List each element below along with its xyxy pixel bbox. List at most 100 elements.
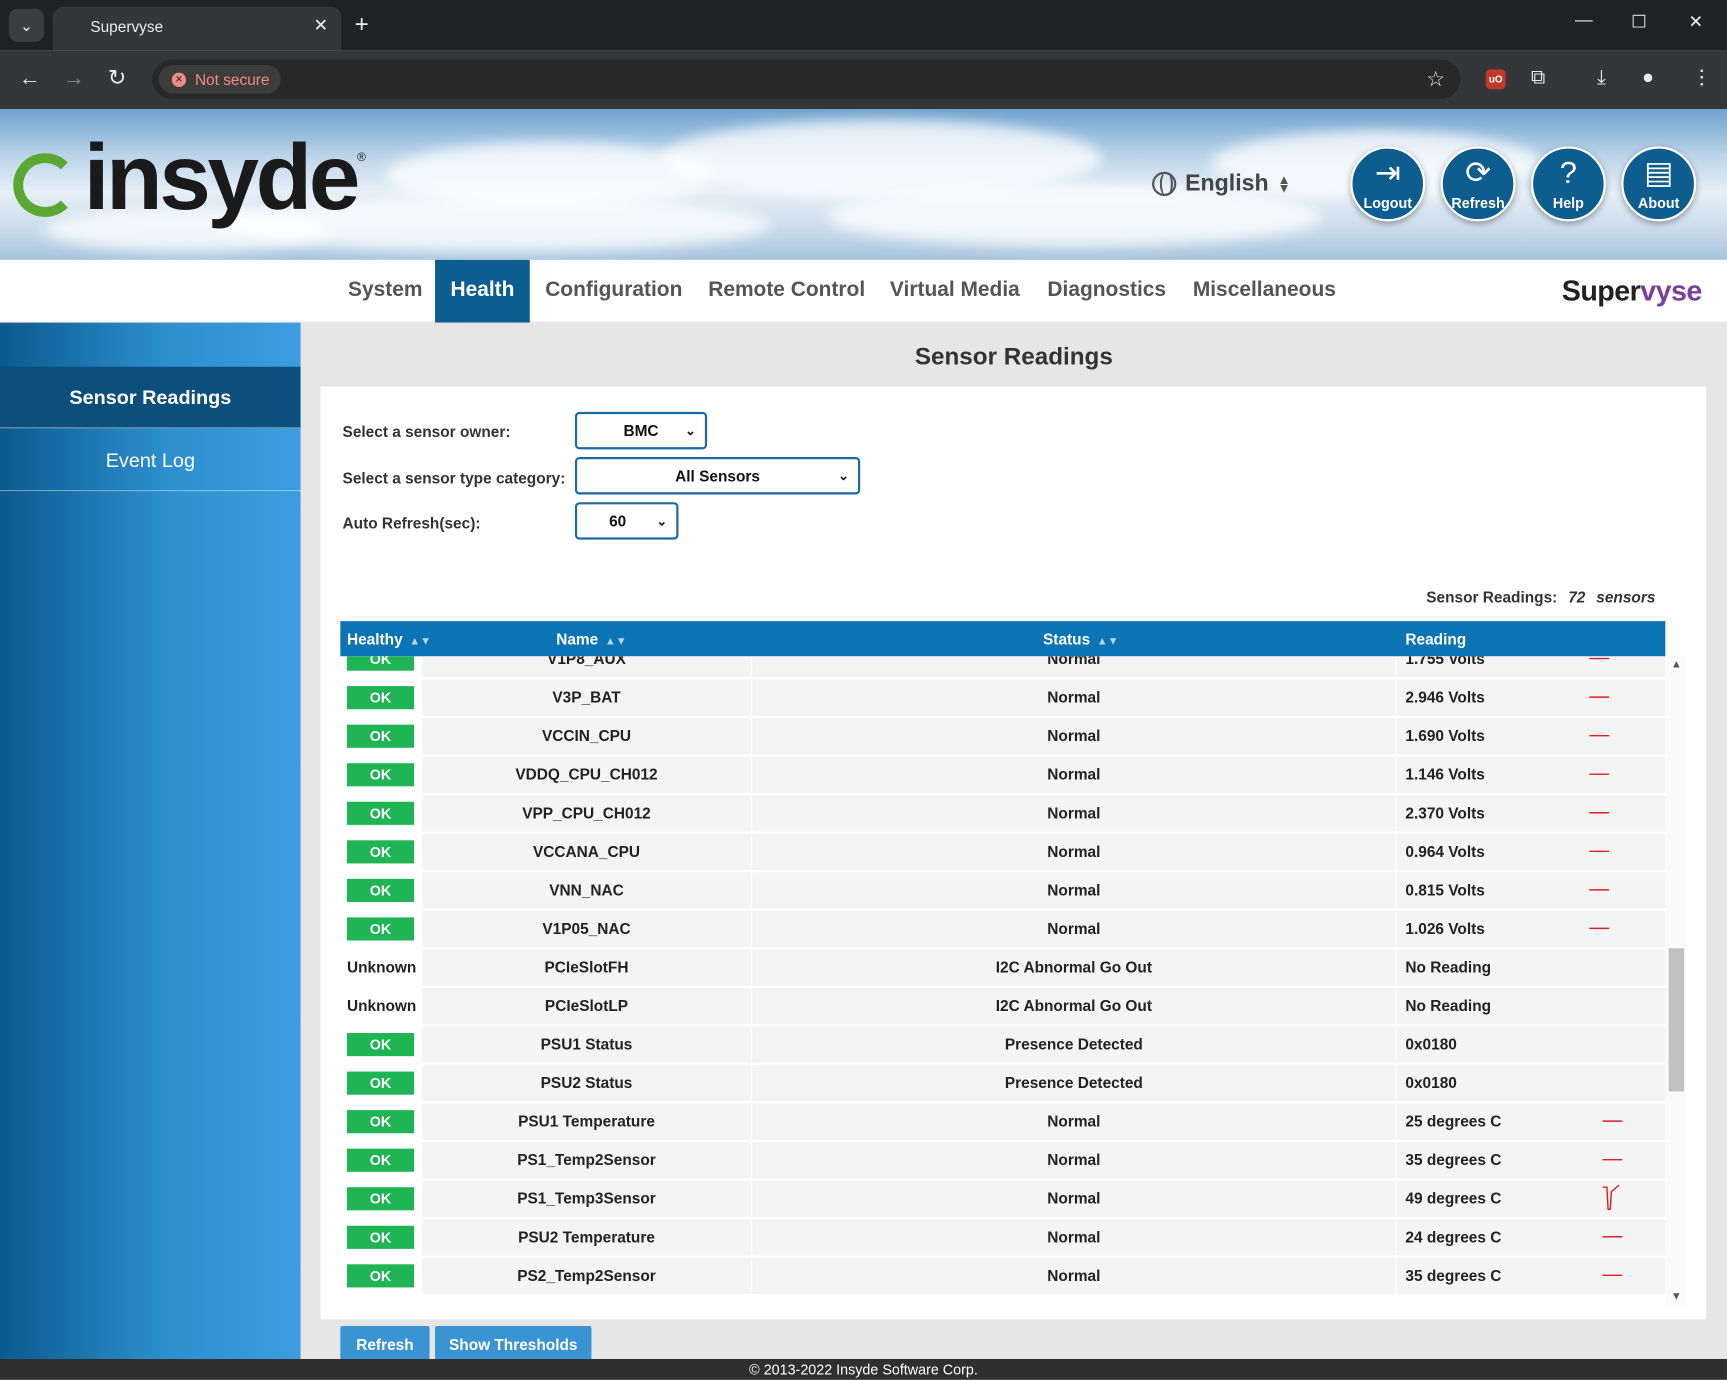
new-tab-button[interactable]: + — [355, 10, 369, 37]
ok-badge: OK — [346, 724, 415, 748]
table-row: OK PSU2 Status Presence Detected 0x0180 — [340, 1064, 1666, 1104]
minimize-button[interactable]: — — [1575, 11, 1593, 31]
sensor-table-body[interactable]: OK V1P8_AUX Normal 1.755 Volts OK V3P_BAT Norm… — [340, 656, 1687, 1306]
trend-sparkline[interactable] — [1600, 1104, 1633, 1140]
trend-sparkline[interactable] — [1587, 795, 1620, 831]
help-button[interactable]: ? Help — [1530, 146, 1606, 222]
nav-miscellaneous[interactable]: Miscellaneous — [1177, 260, 1351, 323]
table-row: OK VCCIN_CPU Normal 1.690 Volts — [340, 718, 1666, 757]
sensor-name: PS2_Temp2Sensor — [421, 1257, 752, 1295]
sensor-reading: 0.815 Volts — [1396, 872, 1666, 909]
trend-sparkline[interactable] — [1587, 872, 1620, 908]
sensor-reading: No Reading — [1396, 949, 1666, 986]
security-chip[interactable]: × Not secure — [158, 64, 281, 94]
reading-value: 2.946 Volts — [1405, 688, 1485, 706]
healthy-cell: OK — [340, 911, 420, 947]
sensor-status: Normal — [752, 910, 1396, 948]
healthy-cell: OK — [340, 1181, 420, 1217]
trend-sparkline[interactable] — [1587, 656, 1620, 677]
col-status[interactable]: Status ▲▼ — [1043, 630, 1119, 648]
reload-button[interactable]: ↻ — [108, 66, 126, 90]
sensor-name: V1P05_NAC — [421, 910, 752, 948]
trend-sparkline[interactable] — [1600, 1142, 1633, 1178]
scroll-up-icon[interactable]: ▲ — [1671, 659, 1682, 671]
reading-value: 1.755 Volts — [1405, 656, 1485, 668]
owner-select[interactable]: BMC ⌄ — [574, 411, 708, 450]
table-row: OK VNN_NAC Normal 0.815 Volts — [340, 872, 1666, 911]
bookmark-star-icon[interactable]: ☆ — [1426, 67, 1445, 92]
browser-menu-icon[interactable]: ⋮ — [1692, 65, 1712, 89]
trend-sparkline[interactable] — [1600, 1181, 1633, 1217]
sidebar-item-event-log[interactable]: Event Log — [0, 430, 301, 492]
extensions-icon[interactable]: ⧉ — [1531, 65, 1545, 89]
globe-icon — [1152, 171, 1177, 197]
trend-sparkline[interactable] — [1587, 680, 1620, 716]
omnibox[interactable]: × Not secure ☆ — [151, 59, 1461, 100]
table-scrollbar[interactable]: ▲ ▼ — [1665, 656, 1687, 1306]
sensor-name: VDDQ_CPU_CH012 — [421, 756, 752, 793]
header-refresh-button[interactable]: ⟳ Refresh — [1440, 146, 1516, 222]
nav-remote-control[interactable]: Remote Control — [693, 260, 881, 323]
trend-sparkline[interactable] — [1587, 718, 1620, 754]
healthy-cell: OK — [340, 834, 420, 870]
sensor-status: Normal — [752, 756, 1396, 793]
table-row: Unknown PCIeSlotLP I2C Abnormal Go Out No R… — [340, 987, 1666, 1027]
nav-system[interactable]: System — [333, 260, 438, 323]
sensor-reading: 1.755 Volts — [1396, 656, 1666, 678]
profile-icon[interactable]: ● — [1642, 65, 1654, 89]
sensor-name: PSU2 Status — [421, 1064, 752, 1102]
trend-sparkline[interactable] — [1587, 911, 1620, 947]
col-healthy[interactable]: Healthy ▲▼ — [347, 630, 431, 648]
reading-value: 35 degrees C — [1405, 1150, 1502, 1169]
forward-button[interactable]: → — [63, 66, 85, 90]
auto-refresh-select[interactable]: 60 ⌄ — [574, 502, 679, 540]
scrollbar-thumb[interactable] — [1668, 948, 1685, 1092]
nav-virtual-media[interactable]: Virtual Media — [875, 260, 1036, 323]
trend-sparkline[interactable] — [1587, 834, 1620, 870]
nav-diagnostics[interactable]: Diagnostics — [1032, 260, 1181, 323]
tab-search-button[interactable]: ⌄ — [8, 8, 45, 42]
chevron-down-icon: ⌄ — [656, 513, 668, 529]
chevron-down-icon: ⌄ — [685, 422, 697, 439]
table-row: OK V1P8_AUX Normal 1.755 Volts — [340, 656, 1666, 679]
healthy-cell: OK — [340, 1219, 420, 1255]
ok-badge: OK — [346, 917, 415, 941]
footer-copyright: © 2013-2022 Insyde Software Corp. — [0, 1359, 1727, 1380]
reading-value: 1.690 Volts — [1405, 726, 1485, 745]
sensor-status: Normal — [752, 718, 1396, 755]
logout-button[interactable]: ⇥ Logout — [1350, 146, 1426, 222]
close-window-button[interactable]: ✕ — [1688, 11, 1703, 33]
language-selector[interactable]: English ▲ ▼ — [1152, 171, 1291, 197]
trend-sparkline[interactable] — [1600, 1258, 1633, 1294]
nav-health[interactable]: Health — [435, 259, 530, 323]
sensor-name: VCCANA_CPU — [421, 833, 752, 871]
logo-text: insyde — [83, 125, 361, 230]
trend-sparkline[interactable] — [1587, 757, 1620, 793]
reading-value: 2.370 Volts — [1405, 803, 1485, 822]
download-icon[interactable]: ⤓ — [1597, 65, 1606, 89]
browser-tab[interactable]: Supervyse ✕ — [52, 6, 342, 51]
tab-title: Supervyse — [90, 17, 164, 36]
reading-value: 0.815 Volts — [1405, 881, 1485, 899]
ok-badge: OK — [346, 1148, 415, 1172]
sensor-name: PSU2 Temperature — [421, 1219, 752, 1256]
about-button[interactable]: ▤ About — [1621, 146, 1697, 222]
scroll-down-icon[interactable]: ▼ — [1671, 1291, 1682, 1303]
healthy-cell: OK — [340, 1065, 420, 1101]
trend-sparkline[interactable] — [1600, 1219, 1633, 1255]
sensor-name: VCCIN_CPU — [421, 718, 752, 755]
page-header-banner: insyde ® English ▲ ▼ ⇥ Logout ⟳ Refresh ?… — [0, 109, 1727, 260]
maximize-button[interactable]: ☐ — [1631, 11, 1647, 33]
tab-close-icon[interactable]: ✕ — [313, 14, 328, 36]
col-reading[interactable]: Reading — [1405, 630, 1466, 648]
ublock-extension-icon[interactable]: uO — [1485, 69, 1506, 90]
back-button[interactable]: ← — [19, 66, 41, 90]
col-name[interactable]: Name ▲▼ — [556, 630, 626, 648]
sensor-name: V3P_BAT — [421, 679, 752, 716]
table-header: Healthy ▲▼ Name ▲▼ Status ▲▼ Reading — [340, 621, 1666, 657]
sensor-name: VPP_CPU_CH012 — [421, 795, 752, 832]
nav-configuration[interactable]: Configuration — [530, 260, 698, 323]
healthy-cell: OK — [340, 872, 420, 908]
sidebar-item-sensor-readings[interactable]: Sensor Readings — [0, 366, 301, 429]
category-select[interactable]: All Sensors ⌄ — [574, 457, 861, 495]
